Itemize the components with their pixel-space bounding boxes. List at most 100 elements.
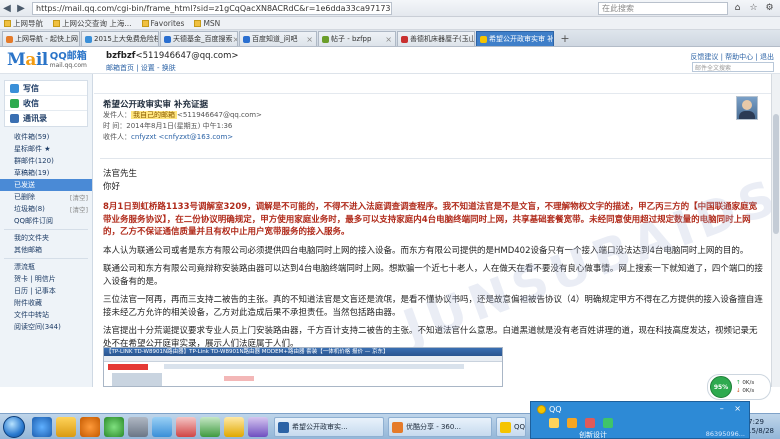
qq-music-icon[interactable] bbox=[603, 418, 613, 428]
folder-label: 群邮件(120) bbox=[14, 157, 54, 165]
sidebar-link[interactable]: 文件中转站 bbox=[0, 309, 92, 321]
favorite-item[interactable]: 上网公交查询 上海... bbox=[53, 18, 132, 29]
app-icon[interactable] bbox=[248, 417, 268, 437]
logo-mail-text: Mail bbox=[7, 51, 48, 70]
sidebar-folder[interactable]: 收件箱(59) bbox=[0, 131, 92, 143]
sidebar-link[interactable]: 其他邮箱 bbox=[0, 244, 92, 256]
vertical-scrollbar[interactable] bbox=[771, 74, 780, 387]
favorite-label: 上网导航 bbox=[13, 18, 43, 28]
app-icon[interactable] bbox=[152, 417, 172, 437]
favorite-item[interactable]: Favorites bbox=[141, 19, 184, 28]
sidebar-folder[interactable]: 已发送 bbox=[0, 179, 92, 191]
sidebar-link[interactable]: 我的文件夹 bbox=[0, 232, 92, 244]
browser-tab[interactable]: 天德基金_百度搜索× bbox=[160, 31, 238, 46]
logo-mail-accent: a bbox=[25, 50, 36, 70]
sender-avatar[interactable] bbox=[736, 96, 758, 120]
gear-icon[interactable]: ⚙ bbox=[763, 2, 776, 15]
sidebar-folder[interactable]: 星标邮件 ★ bbox=[0, 143, 92, 155]
user-nick: bzfbzf bbox=[106, 51, 136, 61]
sidebar-link[interactable]: 贺卡 | 明信片 bbox=[0, 273, 92, 285]
sidebar-folder[interactable]: 垃圾箱(8) [清空] bbox=[0, 203, 92, 215]
tab-label: 帖子 - bzfpp bbox=[331, 35, 372, 43]
task-icon bbox=[392, 421, 403, 433]
user-email: <511946647@qq.com> bbox=[135, 51, 239, 61]
favorite-item[interactable]: 上网导航 bbox=[4, 18, 43, 29]
mail-header: Mail QQ邮箱 mail.qq.com bzfbzf<511946647@q… bbox=[0, 47, 780, 74]
ie-icon[interactable] bbox=[32, 417, 52, 437]
media-player-icon[interactable] bbox=[80, 417, 100, 437]
tab-close-icon[interactable]: × bbox=[385, 35, 392, 44]
back-icon[interactable]: ◀ bbox=[0, 2, 14, 15]
qq-mail-icon[interactable] bbox=[549, 418, 559, 428]
favorite-label: MSN bbox=[203, 18, 221, 28]
download-speed: 0K/s bbox=[742, 388, 755, 394]
taskbar-task[interactable]: QQ bbox=[496, 417, 526, 437]
browser-tab[interactable]: 2015上大免费危险档案(十部)...× bbox=[81, 31, 159, 46]
sidebar-folder[interactable]: 草稿箱(19) bbox=[0, 167, 92, 179]
action-icon bbox=[10, 114, 19, 123]
sidebar-folder[interactable]: 已删除 [清空] bbox=[0, 191, 92, 203]
browser-search-input[interactable]: 在此搜索 bbox=[598, 2, 728, 15]
tab-active[interactable]: 希望公开政审实审 补充证据× bbox=[476, 31, 554, 46]
header-right-links[interactable]: 反馈建议 | 帮助中心 | 退出 bbox=[690, 52, 774, 62]
folder-icon[interactable] bbox=[56, 417, 76, 437]
app-icon[interactable] bbox=[176, 417, 196, 437]
favorite-item[interactable]: MSN bbox=[194, 19, 220, 28]
avatar-body bbox=[739, 111, 755, 119]
app-icon[interactable] bbox=[200, 417, 220, 437]
tab-close-icon[interactable]: × bbox=[233, 35, 238, 44]
forward-icon[interactable]: ▶ bbox=[14, 2, 28, 15]
sidebar-folder[interactable]: 群邮件(120) bbox=[0, 155, 92, 167]
app-icon[interactable] bbox=[128, 417, 148, 437]
user-links[interactable]: 邮箱首页 | 设置 - 换肤 bbox=[106, 63, 239, 73]
body-paragraph: 三位法官一阿再，再而三支持二被告的主张。真的不知道法官是文盲还是流氓，是看不懂协… bbox=[103, 295, 763, 318]
time-row: 时 间：2014年8月1日(星期五) 中午1:36 bbox=[103, 121, 262, 132]
to-value[interactable]: cnfyzxt <cnfyzxt@163.com> bbox=[131, 133, 233, 141]
network-speed-widget[interactable]: 95% ↑ 0K/s ↓ 0K/s bbox=[707, 374, 771, 400]
qq-zone-icon[interactable] bbox=[567, 418, 577, 428]
tab-close-icon[interactable]: × bbox=[306, 35, 313, 44]
sidebar-action[interactable]: 收信 bbox=[5, 96, 87, 111]
taskbar-task[interactable]: 希望公开政审实... bbox=[274, 417, 384, 437]
url-input[interactable]: https://mail.qq.com/cgi-bin/frame_html?s… bbox=[32, 1, 392, 15]
browser-tab[interactable]: 百度知道_问吧 × bbox=[239, 31, 317, 46]
sidebar-action[interactable]: 通讯录 bbox=[5, 111, 87, 126]
browser-tab[interactable]: 帖子 - bzfpp × bbox=[318, 31, 396, 46]
from-value[interactable]: 我自己的邮箱 bbox=[131, 111, 177, 119]
tab-favicon bbox=[243, 35, 250, 43]
sidebar-action[interactable]: 写信 bbox=[5, 81, 87, 96]
sidebar-link[interactable]: 漂流瓶 bbox=[0, 261, 92, 273]
sidebar-link[interactable]: 阅读空间(344) bbox=[0, 321, 92, 333]
scroll-thumb[interactable] bbox=[773, 114, 779, 234]
tab-label: 希望公开政审实审 补充证据 bbox=[489, 35, 554, 43]
embedded-logo bbox=[108, 364, 148, 370]
new-tab-icon[interactable]: + bbox=[558, 32, 572, 46]
browser-tab[interactable]: 善德机床器厘子(玉山)广场 - 恋...× bbox=[397, 31, 475, 46]
qq-quick-icons bbox=[549, 418, 613, 428]
to-label: 收件人： bbox=[103, 133, 131, 141]
qq-weibo-icon[interactable] bbox=[585, 418, 595, 428]
taskbar-task[interactable]: 优酷分享 - 360... bbox=[388, 417, 492, 437]
sidebar-divider bbox=[4, 229, 88, 230]
folder-clear-link[interactable]: [清空] bbox=[70, 192, 88, 202]
app-icon[interactable] bbox=[224, 417, 244, 437]
sidebar-folder[interactable]: QQ邮件订阅 bbox=[0, 215, 92, 227]
folder-label: 垃圾箱(8) bbox=[14, 205, 45, 213]
qq-popup[interactable]: QQ – × 创新设计 86395096... bbox=[530, 401, 750, 439]
qq-window-controls[interactable]: – × bbox=[720, 404, 745, 413]
tab-favicon bbox=[480, 35, 487, 43]
task-label: QQ bbox=[514, 423, 526, 431]
folder-clear-link[interactable]: [清空] bbox=[70, 204, 88, 214]
browser-tab[interactable]: 上网导航 - 起快上网 从这里开...× bbox=[2, 31, 80, 46]
embedded-screenshot[interactable]: 【TP-LINK TD-W8901N路由器】TP-Link TD-W8901N路… bbox=[103, 347, 503, 387]
sidebar-link[interactable]: 附件收藏 bbox=[0, 297, 92, 309]
upload-speed: 0K/s bbox=[742, 380, 755, 386]
task-label: 希望公开政审实... bbox=[292, 423, 348, 431]
home-icon[interactable]: ⌂ bbox=[731, 2, 744, 15]
browser-icon[interactable] bbox=[104, 417, 124, 437]
start-button[interactable] bbox=[3, 416, 25, 438]
mail-search-input[interactable]: 邮件全文搜索 bbox=[692, 62, 774, 72]
sidebar-link[interactable]: 日历 | 记事本 bbox=[0, 285, 92, 297]
star-icon[interactable]: ☆ bbox=[747, 2, 760, 15]
qq-mail-logo[interactable]: Mail QQ邮箱 mail.qq.com bbox=[7, 51, 87, 73]
